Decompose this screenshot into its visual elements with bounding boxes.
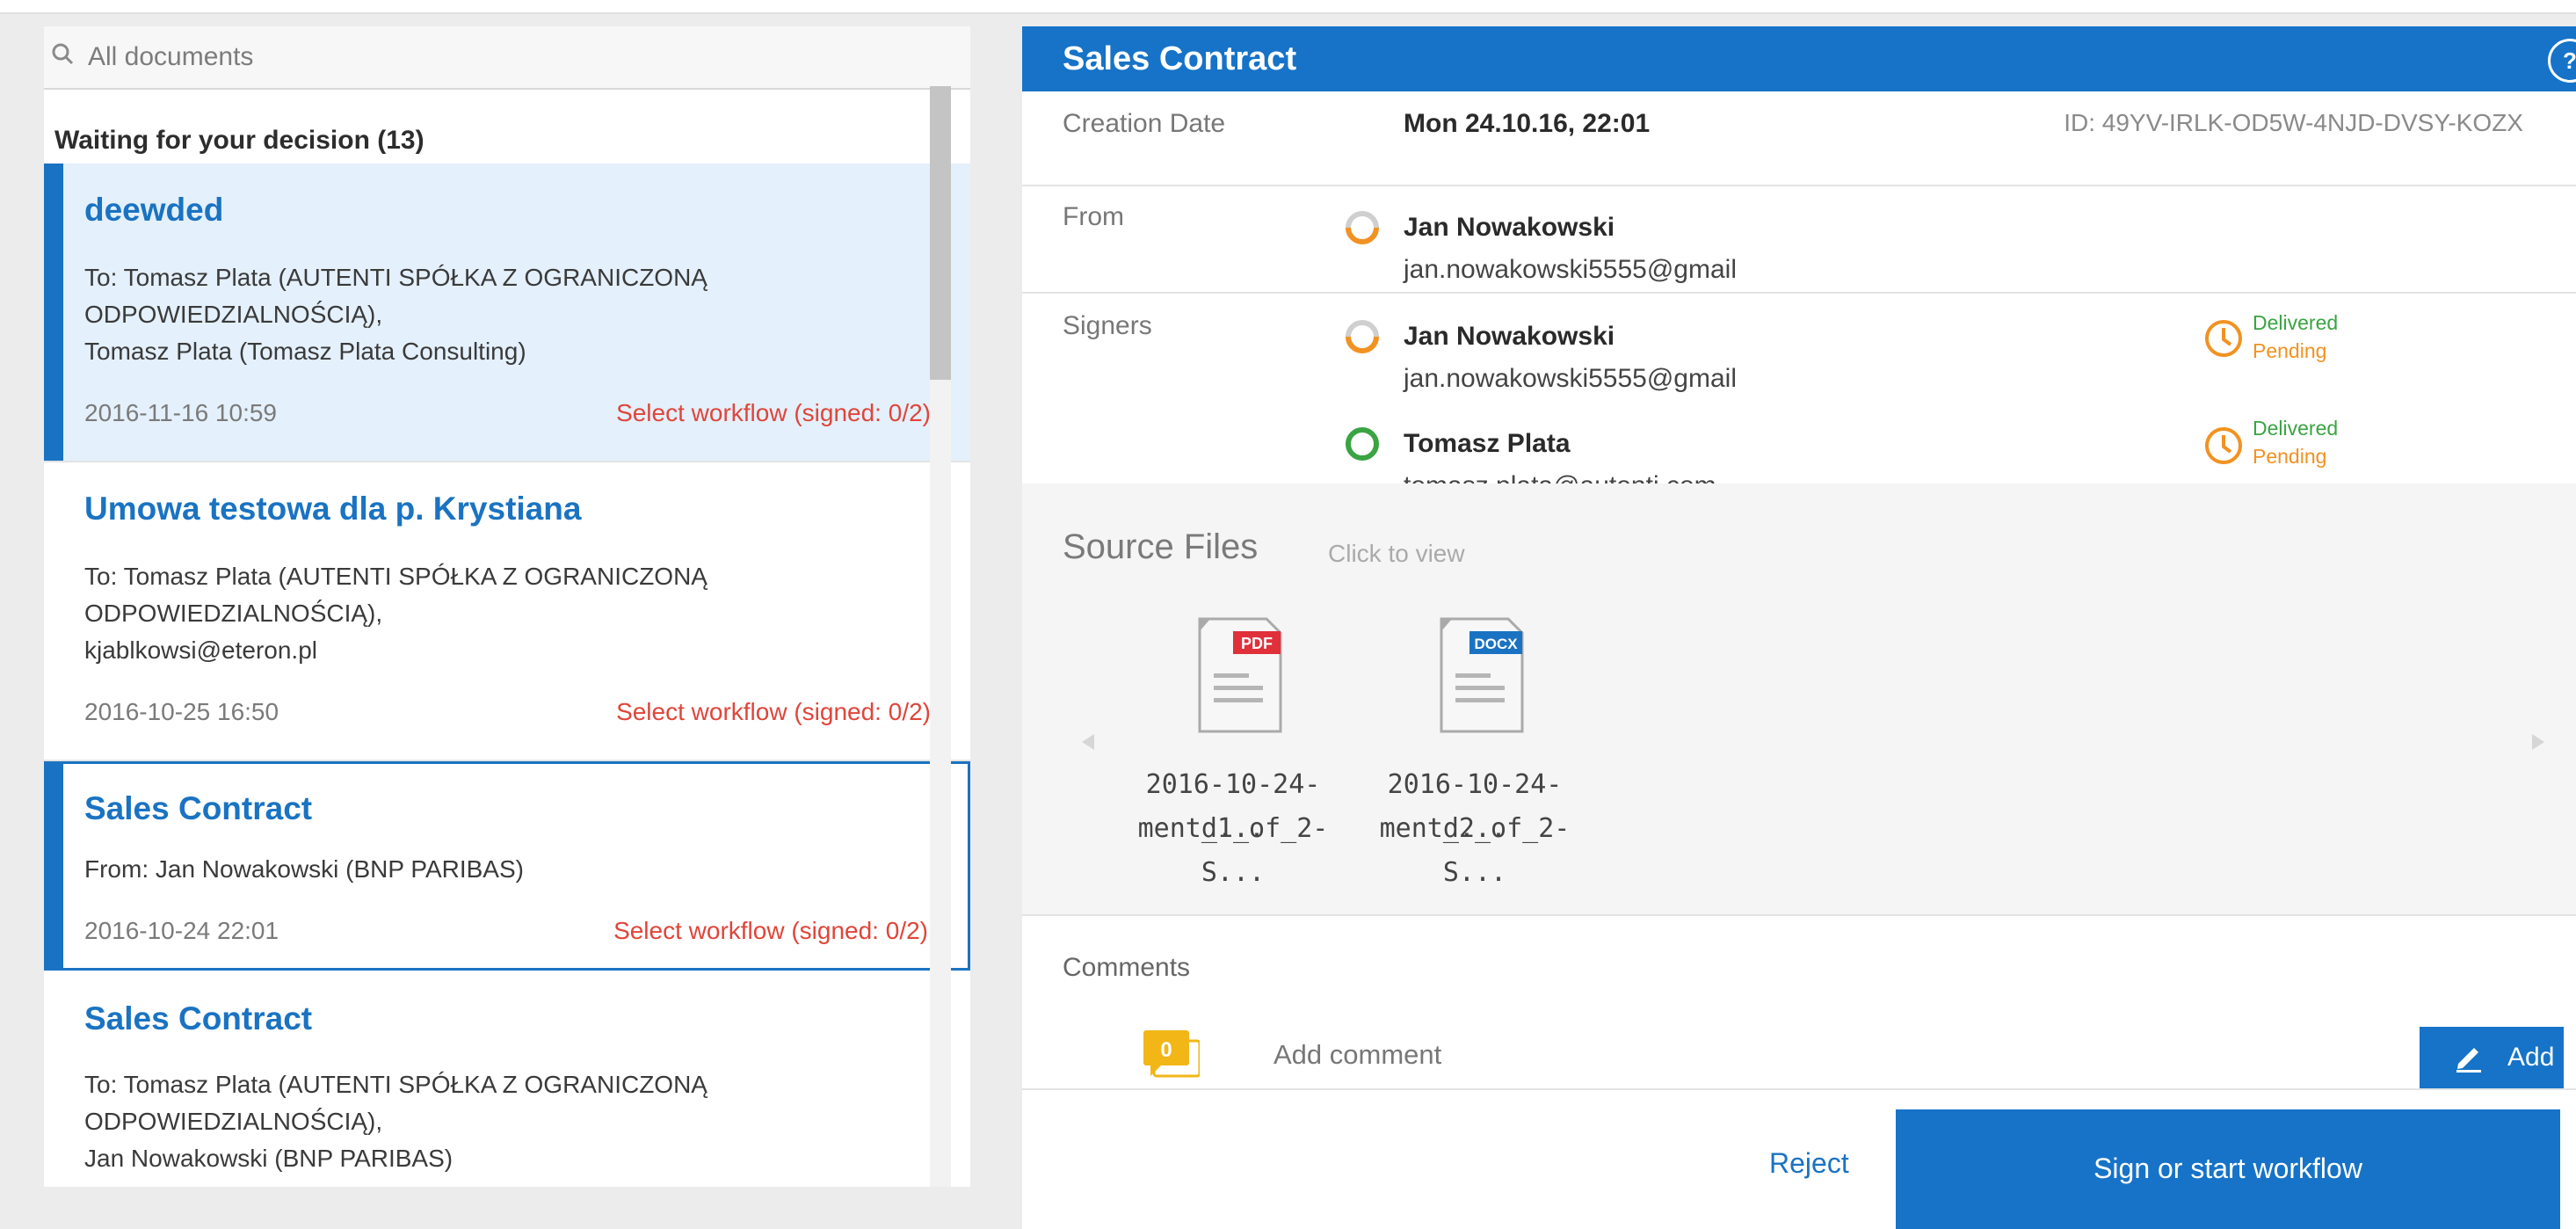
recipient-line: kjablkowsi@eteron.pl: [84, 636, 317, 664]
chevron-right-icon[interactable]: [2532, 734, 2544, 750]
scrollbar-thumb[interactable]: [930, 86, 951, 380]
from-row: From Jan Nowakowski jan.nowakowski5555@g…: [1022, 185, 2576, 294]
file-type-label: PDF: [1241, 635, 1273, 652]
comment-badge-icon: 0: [1143, 1030, 1200, 1078]
file-name: ment_2_of_2-S...: [1379, 813, 1571, 888]
delivery-status: Delivered: [2253, 417, 2339, 440]
detail-header: Sales Contract: [1022, 26, 2576, 91]
search-bar[interactable]: All documents: [44, 26, 970, 90]
detail-title: Sales Contract: [1063, 40, 1297, 77]
docx-file-icon: DOCX: [1440, 617, 1524, 733]
click-to-view-link[interactable]: Click to view: [1328, 540, 1465, 568]
list-item[interactable]: deewded To: Tomasz Plata (AUTENTI SPÓŁKA…: [44, 164, 970, 462]
signer-name: Tomasz Plata: [1404, 429, 1571, 458]
workflow-status: Select workflow (signed: 0/2): [613, 917, 928, 944]
delivery-status: Delivered: [2253, 311, 2339, 334]
document-date: 2016-10-24 22:01: [84, 917, 279, 944]
progress-ring-icon: [1346, 427, 1379, 461]
document-id: ID: 49YV-IRLK-OD5W-4NJD-DVSY-KOZX: [2064, 109, 2523, 136]
list-item[interactable]: Sales Contract To: Tomasz Plata (AUTENTI…: [44, 971, 970, 1187]
file-type-label: DOCX: [1474, 636, 1518, 652]
document-title[interactable]: Sales Contract: [84, 1000, 312, 1037]
comments-heading: Comments: [1063, 953, 1191, 982]
reject-button[interactable]: Reject: [1769, 1147, 1849, 1180]
list-item[interactable]: Umowa testowa dla p. Krystiana To: Tomas…: [44, 462, 970, 761]
signers-label: Signers: [1063, 311, 1152, 340]
progress-ring-icon: [1346, 320, 1379, 353]
recipient-line: Jan Nowakowski (BNP PARIBAS): [84, 1145, 454, 1172]
search-icon: [52, 43, 74, 65]
signer-email: jan.nowakowski5555@gmail: [1404, 364, 1737, 393]
signing-status: Pending: [2253, 445, 2327, 468]
document-list: deewded To: Tomasz Plata (AUTENTI SPÓŁKA…: [44, 164, 970, 1187]
document-date: 2016-10-25 16:50: [84, 698, 279, 725]
workflow-status: Select workflow (signed: 0/2): [616, 399, 931, 426]
add-comment-input[interactable]: Add comment: [1273, 1039, 1441, 1071]
pencil-icon: [2456, 1048, 2481, 1073]
file-name: ment_1_of_2-S...: [1137, 813, 1329, 888]
recipient-line: ODPOWIEDZIALNOŚCIĄ),: [84, 600, 383, 627]
clock-icon: [2205, 320, 2242, 357]
action-footer: Reject Sign or start workflow: [1022, 1088, 2576, 1229]
sign-or-start-workflow-button[interactable]: Sign or start workflow: [1896, 1109, 2560, 1229]
document-title[interactable]: Sales Contract: [84, 790, 312, 827]
document-detail-pane: Sales Contract ? Creation Date Mon 24.10…: [1022, 26, 2576, 1229]
window-top-edge: [0, 0, 2576, 14]
source-files-heading: Source Files: [1063, 527, 1259, 566]
section-heading: Waiting for your decision (13): [54, 126, 424, 155]
signer-name: Jan Nowakowski: [1404, 322, 1615, 351]
comments-section: Comments 0 Add comment Add: [1022, 916, 2576, 1088]
chevron-left-icon[interactable]: [1082, 734, 1094, 750]
add-comment-button[interactable]: Add: [2420, 1027, 2564, 1088]
comment-count: 0: [1160, 1038, 1172, 1062]
creation-date-label: Creation Date: [1063, 109, 1226, 138]
source-files-section: Source Files Click to view PDF 2016-10-2…: [1022, 484, 2576, 916]
pdf-file-icon: PDF: [1198, 617, 1282, 733]
signers-row: Signers Jan Nowakowski jan.nowakowski555…: [1022, 292, 2576, 500]
recipient-line: ODPOWIEDZIALNOŚCIĄ),: [84, 1108, 383, 1135]
creation-date-value: Mon 24.10.16, 22:01: [1404, 109, 1651, 138]
add-button-label: Add: [2507, 1043, 2555, 1072]
recipient-line: To: Tomasz Plata (AUTENTI SPÓŁKA Z OGRAN…: [84, 264, 707, 291]
progress-ring-icon: [1346, 211, 1379, 244]
recipient-line: To: Tomasz Plata (AUTENTI SPÓŁKA Z OGRAN…: [84, 1071, 707, 1098]
recipient-line: ODPOWIEDZIALNOŚCIĄ),: [84, 301, 383, 328]
signing-status: Pending: [2253, 339, 2327, 362]
clock-icon: [2205, 427, 2242, 464]
from-label: From: [1063, 202, 1124, 231]
search-input[interactable]: All documents: [88, 42, 253, 72]
sender-line: From: Jan Nowakowski (BNP PARIBAS): [84, 855, 524, 883]
workflow-status: Select workflow (signed: 0/2): [616, 698, 931, 725]
recipient-line: Tomasz Plata (Tomasz Plata Consulting): [84, 338, 526, 365]
list-item[interactable]: Sales Contract From: Jan Nowakowski (BNP…: [44, 761, 970, 971]
sender-name: Jan Nowakowski: [1404, 213, 1615, 242]
document-title[interactable]: Umowa testowa dla p. Krystiana: [84, 491, 581, 527]
document-list-pane: All documents Waiting for your decision …: [44, 26, 970, 1187]
sender-email: jan.nowakowski5555@gmail: [1404, 255, 1737, 284]
recipient-line: To: Tomasz Plata (AUTENTI SPÓŁKA Z OGRAN…: [84, 563, 707, 590]
creation-date-row: Creation Date Mon 24.10.16, 22:01 ID: 49…: [1022, 91, 2576, 186]
document-date: 2016-11-16 10:59: [84, 399, 277, 426]
document-title[interactable]: deewded: [84, 192, 223, 229]
